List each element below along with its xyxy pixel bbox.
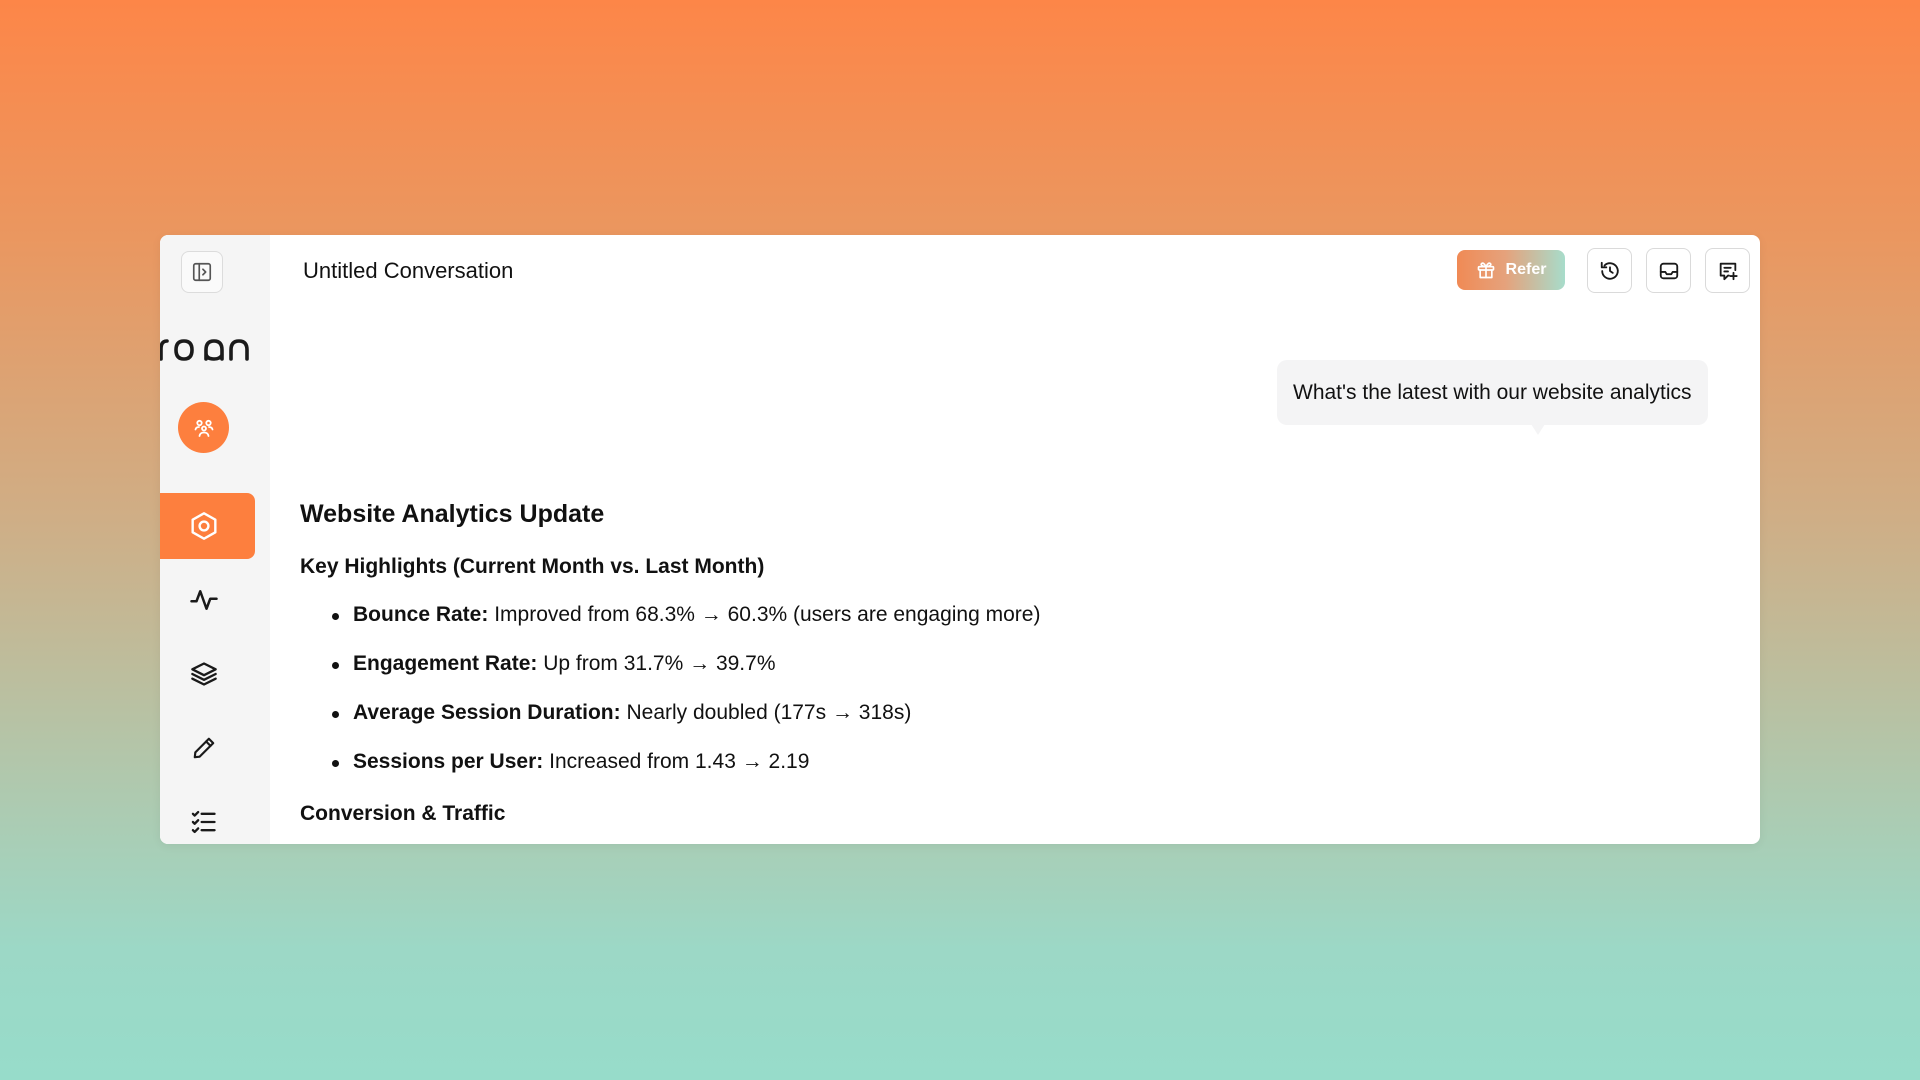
sidebar-toggle-icon [192, 262, 212, 282]
section-heading-conversion: Conversion & Traffic [300, 802, 506, 825]
list-item: Engagement Rate: Up from 31.7% → 39.7% [332, 652, 776, 676]
bullet-text: Improved from 68.3% → 60.3% (users are e… [494, 603, 1041, 626]
user-message-bubble: What's the latest with our website analy… [1277, 360, 1708, 425]
pencil-icon [193, 737, 215, 759]
response-heading: Website Analytics Update [300, 500, 605, 528]
checklist-icon [191, 810, 216, 834]
list-item: Average Session Duration: Nearly doubled… [332, 701, 911, 725]
bullet-label: Engagement Rate: [353, 652, 538, 675]
sidebar [160, 235, 270, 844]
bullet-dot [332, 662, 339, 669]
bubble-tail [1531, 424, 1545, 435]
nav-item-layers[interactable] [160, 641, 255, 707]
nav-item-checklist[interactable] [160, 789, 255, 844]
app-logo [160, 327, 260, 367]
bullet-dot [332, 760, 339, 767]
layers-icon [191, 662, 217, 686]
bullet-text: Up from 31.7% → 39.7% [543, 652, 776, 675]
activity-icon [190, 590, 218, 610]
bullet-label: Sessions per User: [353, 750, 544, 773]
sidebar-toggle-button[interactable] [181, 251, 223, 293]
list-item: Bounce Rate: Improved from 68.3% → 60.3%… [332, 603, 1040, 627]
team-avatar-button[interactable] [178, 402, 229, 453]
bullet-text: Nearly doubled (177s → 318s) [626, 701, 912, 724]
hexagon-icon [191, 512, 217, 540]
response-subheading: Key Highlights (Current Month vs. Last M… [300, 555, 765, 578]
team-icon [194, 419, 213, 437]
list-item: Sessions per User: Increased from 1.43 →… [332, 750, 809, 774]
bullet-dot [332, 711, 339, 718]
chat-area: What's the latest with our website analy… [270, 235, 1760, 844]
bullet-text: Increased from 1.43 → 2.19 [549, 750, 810, 773]
nav-item-pencil[interactable] [160, 715, 255, 781]
bullet-label: Bounce Rate: [353, 603, 489, 626]
nav-item-activity[interactable] [160, 567, 255, 633]
bullet-label: Average Session Duration: [353, 701, 621, 724]
bullet-dot [332, 613, 339, 620]
nav-item-hexagon[interactable] [160, 493, 255, 559]
